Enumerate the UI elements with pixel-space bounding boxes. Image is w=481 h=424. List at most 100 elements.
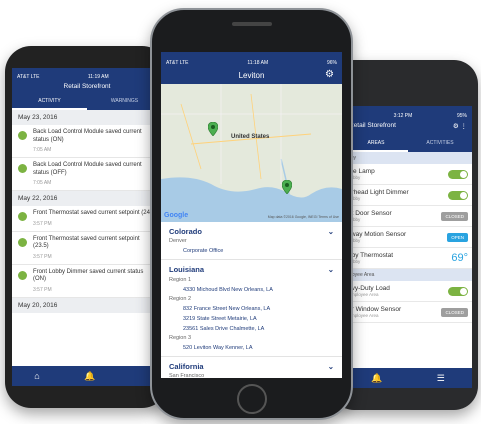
power-toggle[interactable] xyxy=(448,190,468,200)
area-section-header: ployee Area xyxy=(344,269,472,281)
device-name: ar Window Sensor xyxy=(348,306,402,313)
status-icon xyxy=(18,131,27,140)
location-group[interactable]: Louisiana ⌄ Region 1 4330 Michoud Blvd New … xyxy=(161,260,342,357)
left-title: Retail Storefront xyxy=(63,82,111,90)
right-header: 3:12 PM 95% Retail Storefront ⚙ ⋮ xyxy=(344,106,472,136)
device-name: nt Door Sensor xyxy=(348,210,392,217)
activity-content: Front Lobby Dimmer saved current status … xyxy=(33,269,156,293)
location-city: San Francisco xyxy=(169,373,205,378)
map-view[interactable]: United States Google Map data ©2016 Goog… xyxy=(161,84,342,222)
tab-activities[interactable]: ACTIVITIES xyxy=(408,136,472,152)
region-label: Region 3 xyxy=(169,335,192,341)
device-area: Lobby xyxy=(348,196,361,201)
device-info: ar Window Sensor Employee Area xyxy=(348,306,401,318)
activity-item[interactable]: Front Thermostat saved current setpoint … xyxy=(12,206,162,232)
location-group[interactable]: Colorado ⌄ Denver Corporate Office xyxy=(161,222,342,260)
chevron-down-icon[interactable]: ⌄ xyxy=(328,362,334,371)
center-header: AT&T LTE 11:18 AM 96% Leviton ⚙ xyxy=(161,52,342,84)
device-name: llway Motion Sensor xyxy=(348,231,407,238)
bell-icon[interactable]: 🔔 xyxy=(84,371,95,382)
activity-time: 3:57 PM xyxy=(33,220,52,227)
device-row[interactable]: erhead Light Dimmer Lobby xyxy=(344,185,472,206)
sensor-status-badge: CLOSED xyxy=(441,307,468,317)
activity-text: Front Thermostat saved current setpoint … xyxy=(33,210,152,216)
device-row[interactable]: ble Lamp Lobby xyxy=(344,164,472,185)
right-battery: 95% xyxy=(456,112,467,119)
activity-content: Front Thermostat saved current setpoint … xyxy=(33,210,152,227)
device-row[interactable]: bby Thermostat Lobby 69° xyxy=(344,248,472,269)
location-header[interactable]: California ⌄ xyxy=(169,362,334,371)
power-toggle[interactable] xyxy=(448,286,468,296)
power-toggle[interactable] xyxy=(448,169,468,179)
home-button[interactable] xyxy=(237,384,267,414)
address-link[interactable]: 520 Leviton Way Kenner, LA xyxy=(183,345,334,351)
location-group[interactable]: California ⌄ San Francisco xyxy=(161,357,342,378)
left-screen: AT&T LTE 11:19 AM Retail Storefront ACTI… xyxy=(12,68,162,386)
address-link[interactable]: 23561 Sales Drive Chalmette, LA xyxy=(183,326,334,332)
tab-activity[interactable]: ACTIVITY xyxy=(12,94,87,110)
device-row[interactable]: nt Door Sensor Lobby CLOSED xyxy=(344,206,472,227)
address-link[interactable]: 3219 State Street Metairie, LA xyxy=(183,316,334,322)
tab-areas[interactable]: AREAS xyxy=(344,136,408,152)
location-list: Colorado ⌄ Denver Corporate Office Louisiana… xyxy=(161,222,342,378)
left-tabs: ACTIVITY WARNINGS xyxy=(12,94,162,110)
status-icon xyxy=(18,237,27,247)
location-city: Denver xyxy=(169,238,187,244)
activity-time: 7:05 AM xyxy=(33,147,52,153)
map-pin-louisiana[interactable] xyxy=(281,179,293,199)
activity-text: Back Load Control Module saved current s… xyxy=(33,129,142,143)
date-header: May 23, 2016 xyxy=(12,110,162,125)
gear-icon[interactable]: ⚙ ⋮ xyxy=(453,122,467,130)
location-header[interactable]: Colorado ⌄ xyxy=(169,227,334,236)
activity-text: Front Lobby Dimmer saved current status … xyxy=(33,268,144,283)
address-link[interactable]: Corporate Office xyxy=(183,248,334,254)
chevron-down-icon[interactable]: ⌄ xyxy=(328,265,334,274)
map-pin-denver[interactable] xyxy=(207,121,219,141)
device-info: bby Thermostat Lobby xyxy=(348,252,393,264)
activity-content: Back Load Control Module saved current s… xyxy=(33,162,156,186)
bell-icon[interactable]: 🔔 xyxy=(371,373,382,384)
address-link[interactable]: 832 France Street New Orleans, LA xyxy=(183,306,334,312)
right-tabs: AREAS ACTIVITIES xyxy=(344,136,472,152)
thermostat-temperature[interactable]: 69° xyxy=(451,252,468,264)
right-nav-bar: 🔔 ☰ xyxy=(344,368,472,388)
home-icon[interactable]: ⌂ xyxy=(34,371,39,381)
device-row[interactable]: avy-Duty Load Employee Area xyxy=(344,281,472,302)
region-label: Region 1 xyxy=(169,277,192,283)
activity-text: Back Load Control Module saved current s… xyxy=(33,162,142,176)
device-row[interactable]: ar Window Sensor Employee Area CLOSED xyxy=(344,302,472,323)
activity-time: 3:57 PM xyxy=(33,286,52,293)
activity-time: 3:57 PM xyxy=(33,253,52,260)
activity-content: Back Load Control Module saved current s… xyxy=(33,129,156,153)
address-link[interactable]: 4330 Michoud Blvd New Orleans, LA xyxy=(183,287,334,293)
menu-icon[interactable]: ☰ xyxy=(437,373,445,384)
map-country-label: United States xyxy=(231,134,270,140)
gear-icon[interactable]: ⚙ xyxy=(325,69,334,80)
areas-list: bbyble LampLobby erhead Light DimmerLobby… xyxy=(344,152,472,323)
device-area: Employee Area xyxy=(348,292,379,297)
location-header[interactable]: Louisiana ⌄ xyxy=(169,265,334,274)
location-name: Louisiana xyxy=(169,265,205,274)
activity-item[interactable]: Front Lobby Dimmer saved current status … xyxy=(12,265,162,298)
area-section-header: bby xyxy=(344,152,472,164)
right-screen: 3:12 PM 95% Retail Storefront ⚙ ⋮ AREAS … xyxy=(344,106,472,388)
activity-list: May 23, 2016 Back Load Control Module sav… xyxy=(12,110,162,313)
map-graphic xyxy=(161,84,342,222)
activity-content: Front Thermostat saved current setpoint … xyxy=(33,236,156,260)
activity-item[interactable]: Front Thermostat saved current setpoint … xyxy=(12,232,162,265)
left-header: AT&T LTE 11:19 AM Retail Storefront xyxy=(12,68,162,94)
chevron-down-icon[interactable]: ⌄ xyxy=(328,227,334,236)
left-time: 11:19 AM xyxy=(87,73,109,80)
sensor-status-badge: CLOSED xyxy=(441,211,468,221)
device-name: bby Thermostat xyxy=(348,252,394,259)
device-info: erhead Light Dimmer Lobby xyxy=(348,189,409,201)
device-row[interactable]: llway Motion Sensor Lobby OPEN xyxy=(344,227,472,248)
center-title: Leviton xyxy=(238,70,265,80)
activity-item[interactable]: Back Load Control Module saved current s… xyxy=(12,125,162,158)
activity-item[interactable]: Back Load Control Module saved current s… xyxy=(12,158,162,191)
center-carrier: AT&T LTE xyxy=(166,59,189,66)
device-info: nt Door Sensor Lobby xyxy=(348,210,392,222)
map-attribution: Map data ©2016 Google, INEGI Terms of Us… xyxy=(267,215,339,219)
date-header: May 20, 2016 xyxy=(12,297,162,313)
device-area: Lobby xyxy=(348,238,361,243)
